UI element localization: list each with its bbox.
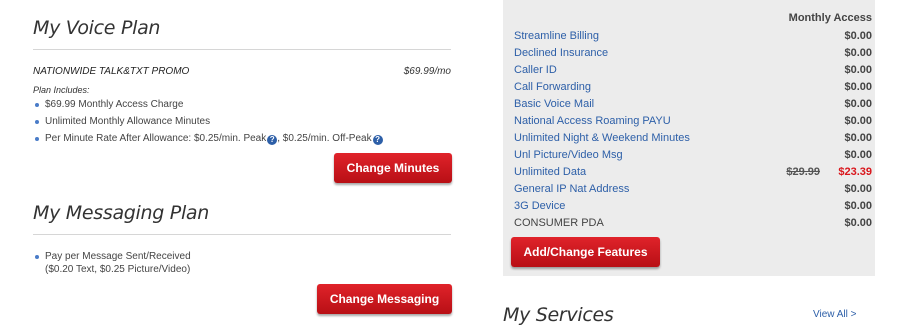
feature-link[interactable]: Unlimited Data xyxy=(514,164,586,181)
feature-old-price: $29.99 xyxy=(786,166,820,178)
voice-plan-title: My Voice Plan xyxy=(33,17,161,39)
help-icon[interactable]: ? xyxy=(267,135,278,145)
features-list: Streamline Billing $0.00 Declined Insura… xyxy=(514,28,872,232)
services-title: My Services xyxy=(503,304,614,326)
feature-row: Call Forwarding $0.00 xyxy=(514,79,872,96)
view-all-link[interactable]: View All > xyxy=(813,309,856,320)
feature-link[interactable]: Declined Insurance xyxy=(514,45,608,62)
feature-sale-price: $23.39 xyxy=(838,166,872,178)
feature-price: $0.00 xyxy=(844,200,872,212)
list-item: Unlimited Monthly Allowance Minutes xyxy=(33,115,383,132)
feature-price: $0.00 xyxy=(844,183,872,195)
features-panel: Monthly Access Streamline Billing $0.00 … xyxy=(503,0,875,276)
change-messaging-button[interactable]: Change Messaging xyxy=(317,284,452,314)
feature-link[interactable]: Caller ID xyxy=(514,62,557,79)
left-column: My Voice Plan NATIONWIDE TALK&TXT PROMO … xyxy=(33,0,453,331)
feature-row: National Access Roaming PAYU $0.00 xyxy=(514,113,872,130)
feature-row: Streamline Billing $0.00 xyxy=(514,28,872,45)
rate-text: Per Minute Rate After Allowance: $0.25/m… xyxy=(45,133,241,144)
feature-link[interactable]: 3G Device xyxy=(514,198,565,215)
list-item: $69.99 Monthly Access Charge xyxy=(33,98,383,115)
help-icon[interactable]: ? xyxy=(372,135,383,145)
messaging-line-1: Pay per Message Sent/Received xyxy=(45,251,191,262)
plan-includes-label: Plan Includes: xyxy=(33,85,90,95)
feature-link[interactable]: National Access Roaming PAYU xyxy=(514,113,671,130)
feature-row: Unlimited Data $29.99 $23.39 xyxy=(514,164,872,181)
plan-name: NATIONWIDE TALK&TXT PROMO xyxy=(33,66,190,77)
feature-row: General IP Nat Address $0.00 xyxy=(514,181,872,198)
add-change-features-button[interactable]: Add/Change Features xyxy=(511,237,660,267)
plan-price: $69.99/mo xyxy=(403,66,451,77)
feature-name: CONSUMER PDA xyxy=(514,217,604,229)
feature-link[interactable]: Streamline Billing xyxy=(514,28,599,45)
feature-price: $0.00 xyxy=(844,98,872,110)
list-item: Pay per Message Sent/Received ($0.20 Tex… xyxy=(33,250,191,276)
messaging-line-2: ($0.20 Text, $0.25 Picture/Video) xyxy=(45,264,191,275)
feature-link[interactable]: General IP Nat Address xyxy=(514,181,629,198)
feature-row: 3G Device $0.00 xyxy=(514,198,872,215)
feature-link[interactable]: Unl Picture/Video Msg xyxy=(514,147,623,164)
offpeak-label: Off-Peak xyxy=(332,133,372,144)
feature-row: Basic Voice Mail $0.00 xyxy=(514,96,872,113)
feature-price: $0.00 xyxy=(844,30,872,42)
list-item-rate: Per Minute Rate After Allowance: $0.25/m… xyxy=(33,132,383,149)
divider xyxy=(33,49,451,50)
feature-row: Unlimited Night & Weekend Minutes $0.00 xyxy=(514,130,872,147)
monthly-access-header: Monthly Access xyxy=(788,12,872,24)
feature-row: Declined Insurance $0.00 xyxy=(514,45,872,62)
feature-link[interactable]: Unlimited Night & Weekend Minutes xyxy=(514,130,690,147)
peak-label: Peak xyxy=(243,133,267,144)
feature-row: CONSUMER PDA $0.00 xyxy=(514,215,872,232)
feature-price: $0.00 xyxy=(844,132,872,144)
feature-price: $0.00 xyxy=(844,47,872,59)
voice-plan-bullets: $69.99 Monthly Access Charge Unlimited M… xyxy=(33,98,383,149)
feature-price: $0.00 xyxy=(844,115,872,127)
feature-row: Unl Picture/Video Msg $0.00 xyxy=(514,147,872,164)
feature-price: $0.00 xyxy=(844,81,872,93)
offpeak-rate-text: , $0.25/min. xyxy=(277,133,330,144)
feature-link[interactable]: Basic Voice Mail xyxy=(514,96,594,113)
feature-price: $0.00 xyxy=(844,149,872,161)
feature-link[interactable]: Call Forwarding xyxy=(514,79,591,96)
divider xyxy=(33,234,451,235)
feature-row: Caller ID $0.00 xyxy=(514,62,872,79)
messaging-plan-title: My Messaging Plan xyxy=(33,202,210,224)
messaging-plan-bullets: Pay per Message Sent/Received ($0.20 Tex… xyxy=(33,250,191,276)
feature-price: $0.00 xyxy=(844,217,872,229)
change-minutes-button[interactable]: Change Minutes xyxy=(334,153,452,183)
feature-price: $0.00 xyxy=(844,64,872,76)
